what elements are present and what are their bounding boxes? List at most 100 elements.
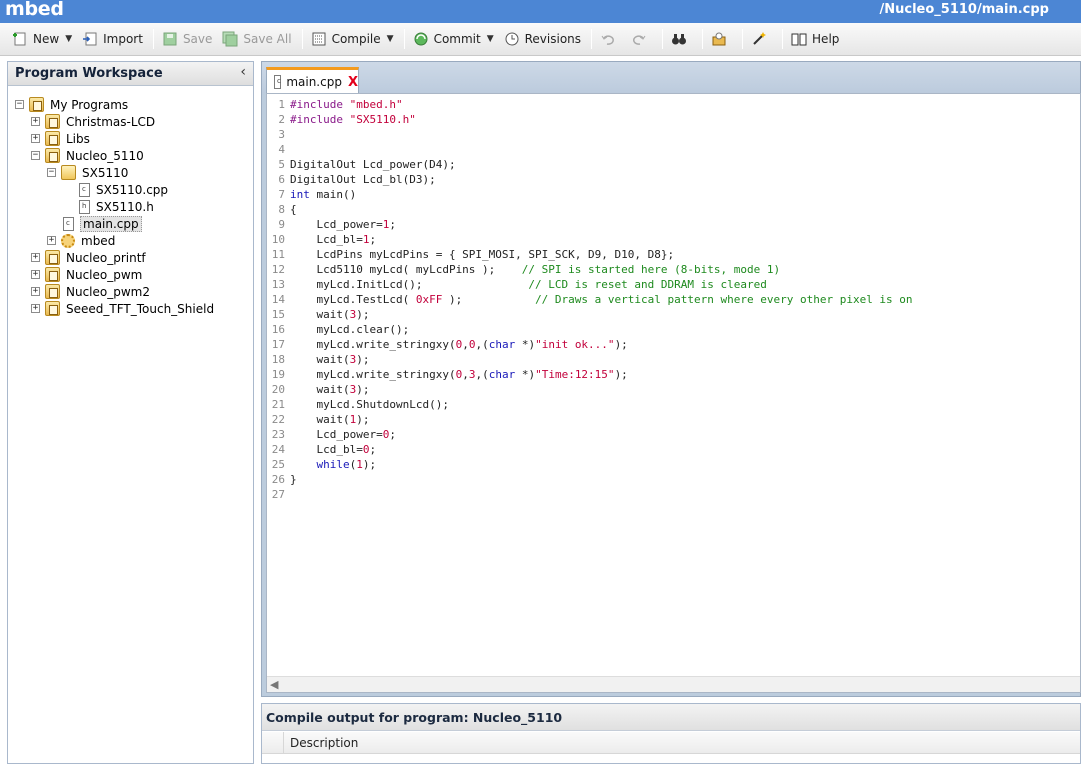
code-line[interactable]: 4 (267, 142, 1080, 157)
expand-toggle-icon[interactable]: + (47, 236, 56, 245)
tree-label: mbed (81, 233, 116, 248)
tree-node-nucleo-printf[interactable]: + Nucleo_printf (31, 249, 146, 266)
commit-button[interactable]: Commit ▼ (409, 26, 498, 52)
expand-toggle-icon[interactable]: + (31, 287, 40, 296)
code-line[interactable]: 3 (267, 127, 1080, 142)
expand-toggle-icon[interactable]: + (31, 134, 40, 143)
code-line[interactable]: 9 Lcd_power=1; (267, 217, 1080, 232)
code-line[interactable]: 2 #include "SX5110.h" (267, 112, 1080, 127)
code-line[interactable]: 15 wait(3); (267, 307, 1080, 322)
code-token: Lcd_bl= (290, 443, 363, 456)
tree-node-seeed-tft[interactable]: + Seeed_TFT_Touch_Shield (31, 300, 214, 317)
code-line[interactable]: 13 myLcd.InitLcd(); // LCD is reset and … (267, 277, 1080, 292)
code-line[interactable]: 11 LcdPins myLcdPins = { SPI_MOSI, SPI_S… (267, 247, 1080, 262)
collapse-toggle-icon[interactable]: − (15, 100, 24, 109)
code-line[interactable]: 21 myLcd.ShutdownLcd(); (267, 397, 1080, 412)
code-line[interactable]: 18 wait(3); (267, 352, 1080, 367)
tree-label: Christmas-LCD (66, 114, 156, 129)
save-button[interactable]: Save (158, 26, 216, 52)
expand-toggle-icon[interactable]: + (31, 304, 40, 313)
title-bar: mbed /Nucleo_5110/main.cpp (0, 0, 1081, 23)
tree-node-my-programs[interactable]: − My Programs (15, 96, 128, 113)
code-line[interactable]: 7 int main() (267, 187, 1080, 202)
code-line[interactable]: 17 myLcd.write_stringxy(0,0,(char *)"ini… (267, 337, 1080, 352)
code-line[interactable]: 26} (267, 472, 1080, 487)
code-line[interactable]: 23 Lcd_power=0; (267, 427, 1080, 442)
find-button[interactable] (667, 26, 696, 52)
line-number: 16 (271, 323, 285, 336)
tree-node-main-cpp[interactable]: main.cpp (63, 215, 142, 232)
revisions-button[interactable]: Revisions (500, 26, 585, 52)
close-tab-icon[interactable]: X (348, 75, 358, 90)
code-line[interactable]: 20 wait(3); (267, 382, 1080, 397)
chevron-down-icon[interactable]: ▼ (387, 34, 394, 44)
tree-node-sx5110[interactable]: − SX5110 (47, 164, 128, 181)
code-line[interactable]: 16 myLcd.clear(); (267, 322, 1080, 337)
output-icon-column[interactable] (262, 732, 284, 754)
save-all-button[interactable]: Save All (218, 26, 295, 52)
tree-node-sx5110-cpp[interactable]: SX5110.cpp (79, 181, 168, 198)
line-number: 24 (271, 443, 285, 456)
line-number: 20 (271, 383, 285, 396)
tree-node-nucleo-pwm2[interactable]: + Nucleo_pwm2 (31, 283, 150, 300)
chevron-down-icon[interactable]: ▼ (65, 34, 72, 44)
redo-button[interactable] (627, 26, 656, 52)
code-token: { (290, 203, 297, 216)
tree-node-mbed[interactable]: + mbed (47, 232, 115, 249)
code-line[interactable]: 27 (267, 487, 1080, 502)
scroll-left-icon[interactable]: ◀ (270, 678, 278, 691)
tree-node-christmas-lcd[interactable]: + Christmas-LCD (31, 113, 155, 130)
undo-button[interactable] (596, 26, 625, 52)
line-number: 18 (271, 353, 285, 366)
horizontal-scrollbar[interactable]: ◀ (267, 676, 1080, 692)
new-button[interactable]: New ▼ (8, 26, 76, 52)
code-line[interactable]: 6 DigitalOut Lcd_bl(D3); (267, 172, 1080, 187)
code-line[interactable]: 1 #include "mbed.h" (267, 97, 1080, 112)
code-line[interactable]: 24 Lcd_bl=0; (267, 442, 1080, 457)
code-line[interactable]: 8{ (267, 202, 1080, 217)
code-line[interactable]: 22 wait(1); (267, 412, 1080, 427)
collapse-toggle-icon[interactable]: − (31, 151, 40, 160)
collapse-panel-icon[interactable]: ‹ (240, 64, 246, 80)
tree-label: Nucleo_5110 (66, 148, 144, 163)
chevron-down-icon[interactable]: ▼ (487, 34, 494, 44)
code-editor[interactable]: 27 26} 25 while(1); 24 Lcd_bl=0; 23 Lcd_powe… (266, 93, 1081, 693)
build-options-button[interactable] (707, 26, 736, 52)
line-number: 13 (271, 278, 285, 291)
undo-icon (600, 31, 616, 47)
brand-logo: mbed (5, 0, 64, 20)
code-token: wait( (290, 413, 350, 426)
code-line[interactable]: 12 Lcd5110 myLcd( myLcdPins ); // SPI is… (267, 262, 1080, 277)
format-button[interactable] (747, 26, 776, 52)
code-line[interactable]: 19 myLcd.write_stringxy(0,3,(char *)"Tim… (267, 367, 1080, 382)
description-column-header[interactable]: Description (290, 736, 358, 750)
code-token: ); (442, 293, 536, 306)
help-button[interactable]: Help (787, 26, 843, 52)
expand-toggle-icon[interactable]: + (31, 253, 40, 262)
import-button[interactable]: Import (78, 26, 147, 52)
expand-toggle-icon[interactable]: + (31, 117, 40, 126)
tab-main-cpp[interactable]: main.cpp X (266, 67, 359, 94)
tree-label: Nucleo_pwm2 (66, 284, 150, 299)
line-number: 12 (271, 263, 285, 276)
code-token: ); (614, 368, 628, 381)
code-line[interactable]: 5 DigitalOut Lcd_power(D4); (267, 157, 1080, 172)
toolbar: New ▼ Import Save Save All Compile ▼ Com… (0, 23, 1081, 56)
line-number: 2 (278, 113, 285, 126)
toolbar-divider (782, 29, 784, 49)
code-token: "Time:12:15" (535, 368, 615, 381)
tree-node-sx5110-h[interactable]: SX5110.h (79, 198, 154, 215)
code-line[interactable]: 14 myLcd.TestLcd( 0xFF ); // Draws a ver… (267, 292, 1080, 307)
expand-toggle-icon[interactable]: + (31, 270, 40, 279)
compile-button[interactable]: Compile ▼ (307, 26, 398, 52)
code-token: Lcd_power= (290, 428, 383, 441)
code-line[interactable]: 25 while(1); (267, 457, 1080, 472)
magic-wand-icon (751, 31, 767, 47)
code-token: myLcd.clear(); (290, 323, 410, 336)
code-line[interactable]: 10 Lcd_bl=1; (267, 232, 1080, 247)
tree-node-nucleo-5110[interactable]: − Nucleo_5110 (31, 147, 144, 164)
tree-node-libs[interactable]: + Libs (31, 130, 90, 147)
code-token: DigitalOut Lcd_bl(D3); (290, 173, 436, 186)
collapse-toggle-icon[interactable]: − (47, 168, 56, 177)
tree-node-nucleo-pwm[interactable]: + Nucleo_pwm (31, 266, 142, 283)
